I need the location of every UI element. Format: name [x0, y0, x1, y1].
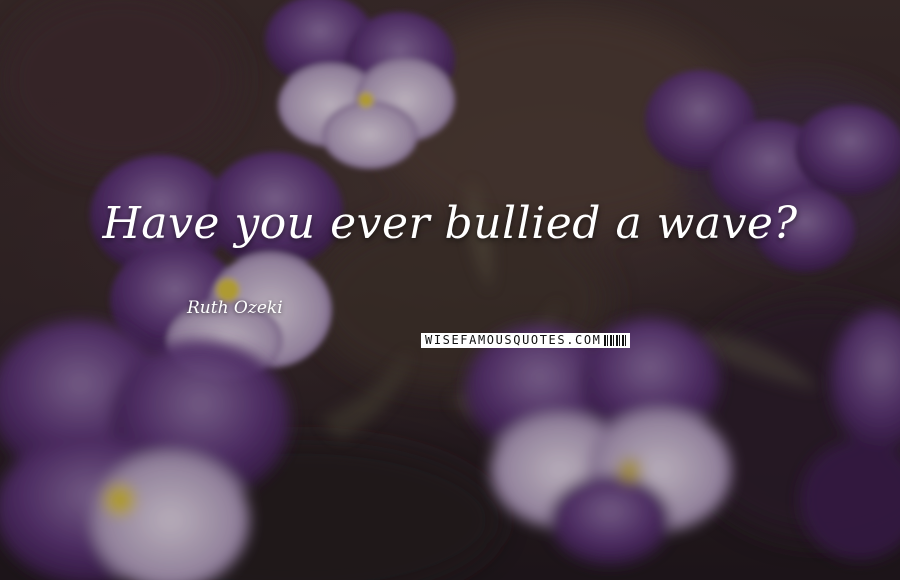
site-watermark: WISEFAMOUSQUOTES.COM: [421, 333, 630, 348]
quote-card: Have you ever bullied a wave? Ruth Ozeki…: [0, 0, 900, 580]
barcode-icon: [603, 335, 626, 346]
quote-author: Ruth Ozeki: [187, 298, 283, 318]
dim-overlay: [0, 0, 900, 580]
watermark-text: WISEFAMOUSQUOTES.COM: [425, 333, 602, 347]
quote-text: Have you ever bullied a wave?: [102, 198, 798, 249]
